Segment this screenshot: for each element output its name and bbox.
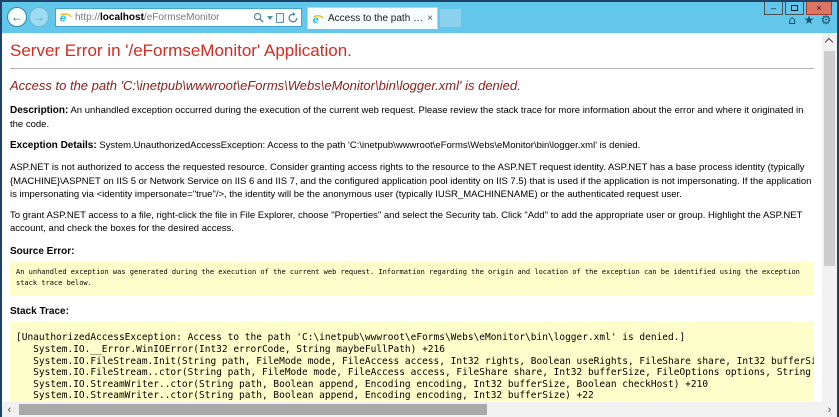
ie-favicon: e: [59, 11, 72, 24]
source-error-box: An unhandled exception was generated dur…: [10, 261, 814, 297]
stack-trace-text: [UnauthorizedAccessException: Access to …: [10, 321, 814, 402]
horizontal-scroll-thumb[interactable]: [19, 404, 487, 415]
error-page: Server Error in '/eFormseMonitor' Applic…: [2, 33, 822, 402]
asp-identity-paragraph: ASP.NET is not authorized to access the …: [10, 161, 814, 201]
refresh-icon[interactable]: [287, 12, 299, 24]
exception-details-label: Exception Details:: [10, 140, 97, 151]
description-label: Description:: [10, 105, 68, 116]
browser-toolbar: ⌂ ★ ⚙: [785, 14, 833, 26]
url-prefix: http://: [75, 12, 100, 23]
url-path: /eFormseMonitor: [144, 12, 220, 23]
tab-close-icon[interactable]: ×: [427, 13, 433, 24]
source-error-label: Source Error:: [10, 246, 822, 257]
scroll-right-icon[interactable]: ›: [822, 402, 837, 417]
browser-chrome: ← → e http://localhost/eFormseMonitor: [2, 2, 837, 33]
grant-access-paragraph: To grant ASP.NET access to a file, right…: [10, 209, 814, 236]
address-bar[interactable]: e http://localhost/eFormseMonitor: [55, 8, 302, 27]
maximize-icon: [791, 5, 798, 11]
new-tab-button[interactable]: [440, 9, 461, 27]
url-host: localhost: [100, 12, 144, 23]
description-text: An unhandled exception occurred during t…: [10, 105, 803, 130]
address-dropdown-icon[interactable]: [267, 16, 273, 20]
tab-favicon: e: [312, 13, 324, 25]
tab-title: Access to the path 'C:\inetp...: [328, 13, 423, 24]
horizontal-scrollbar[interactable]: ‹ ›: [2, 402, 837, 417]
error-message: Access to the path 'C:\inetpub\wwwroot\e…: [10, 78, 822, 93]
browser-tab[interactable]: e Access to the path 'C:\inetp... ×: [307, 7, 438, 29]
forward-button[interactable]: →: [29, 7, 49, 27]
exception-details-paragraph: Exception Details: System.UnauthorizedAc…: [10, 139, 814, 153]
favorites-star-icon[interactable]: ★: [802, 14, 816, 26]
source-error-text: An unhandled exception was generated dur…: [10, 261, 814, 297]
browser-window: ← → e http://localhost/eFormseMonitor: [0, 0, 839, 417]
back-button[interactable]: ←: [7, 7, 27, 27]
back-icon: ←: [11, 11, 23, 23]
settings-gear-icon[interactable]: ⚙: [819, 14, 833, 26]
close-icon: ×: [816, 4, 821, 13]
compatibility-view-icon[interactable]: [276, 13, 284, 23]
url-text: http://localhost/eFormseMonitor: [75, 12, 253, 23]
search-icon[interactable]: [253, 12, 264, 23]
vertical-scroll-thumb[interactable]: [824, 51, 835, 266]
divider: [10, 68, 814, 69]
forward-icon: →: [33, 11, 45, 23]
home-icon[interactable]: ⌂: [785, 14, 799, 26]
vertical-scrollbar[interactable]: [822, 33, 837, 402]
scroll-left-icon[interactable]: ‹: [2, 402, 17, 417]
page-content: Server Error in '/eFormseMonitor' Applic…: [2, 33, 837, 417]
description-paragraph: Description: An unhandled exception occu…: [10, 104, 814, 131]
stack-trace-label: Stack Trace:: [10, 306, 822, 317]
scroll-up-icon[interactable]: [825, 38, 833, 46]
exception-details-text: System.UnauthorizedAccessException: Acce…: [97, 140, 641, 151]
minimize-button[interactable]: –: [764, 2, 783, 15]
page-title: Server Error in '/eFormseMonitor' Applic…: [10, 41, 822, 61]
minimize-icon: –: [771, 4, 776, 13]
stack-trace-box: [UnauthorizedAccessException: Access to …: [10, 321, 814, 402]
